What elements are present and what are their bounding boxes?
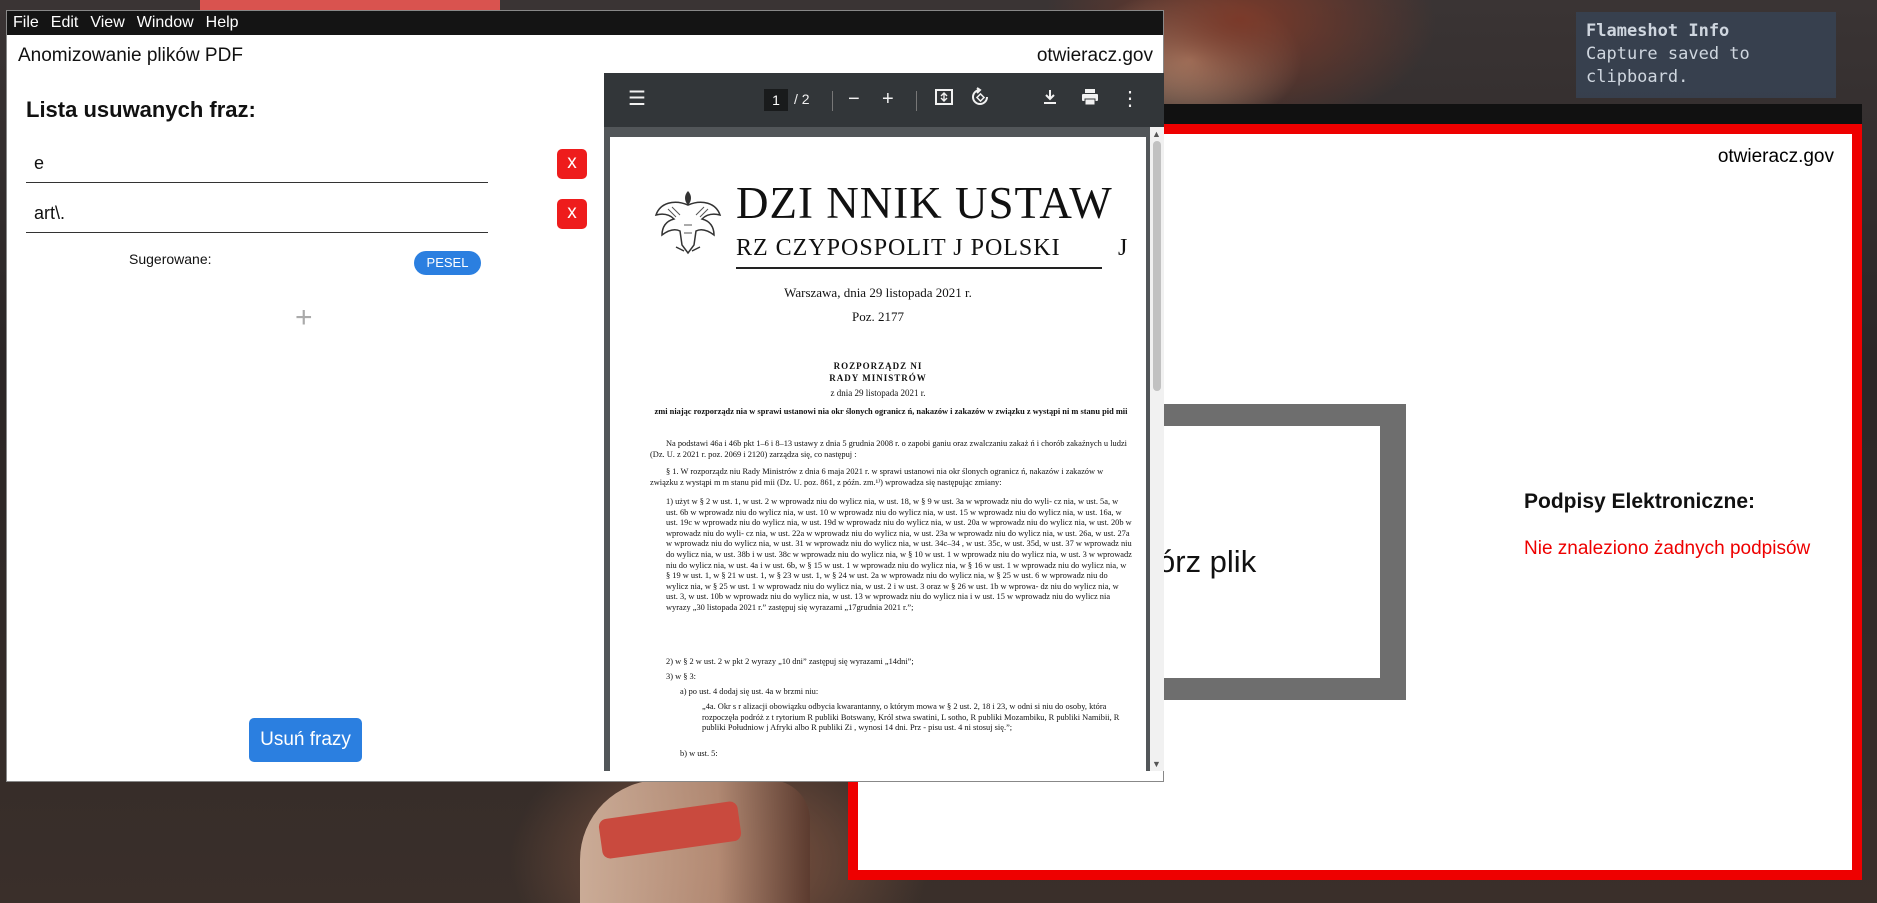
menu-icon[interactable]: ☰ [628, 87, 646, 111]
title-rule [736, 267, 1102, 269]
paragraph: § 1. W rozporządz niu Rady Ministrów z d… [650, 467, 1104, 487]
pdf-toolbar: ☰ 1 / 2 − + ⋮ [604, 73, 1164, 127]
journal-subtitle: RZ CZYPOSPOLIT J POLSKI [736, 235, 1061, 261]
phrase-input[interactable]: e [26, 147, 488, 183]
menu-bar: File Edit View Window Help [7, 11, 1163, 35]
main-app-window: File Edit View Window Help Anomizowanie … [6, 10, 1164, 782]
scrollbar-thumb[interactable] [1153, 141, 1161, 391]
quoted-text: „4a. Okr s r alizacji obowiązku odbycia … [702, 702, 1120, 733]
signatures-empty-message: Nie znaleziono żadnych podpisów [1524, 538, 1811, 559]
notification-title: Flameshot Info [1586, 21, 1730, 41]
menu-help[interactable]: Help [206, 14, 239, 32]
list-subitem: b) w ust. 5: [680, 749, 718, 758]
app-title: Anomizowanie plików PDF [18, 45, 243, 66]
regulation-title: ROZPORZĄDZ NI [833, 361, 923, 371]
page-total: / 2 [794, 91, 810, 107]
menu-edit[interactable]: Edit [51, 14, 79, 32]
journal-subtitle-end: J [1118, 235, 1128, 261]
pdf-scrollbar[interactable]: ▲ ▼ [1150, 127, 1164, 771]
toolbar-divider [832, 91, 833, 111]
delete-phrase-button[interactable]: x [557, 199, 587, 229]
brand-label: otwieracz.gov [1717, 146, 1834, 167]
more-options-icon[interactable]: ⋮ [1120, 87, 1140, 111]
zoom-out-icon[interactable]: − [848, 87, 860, 111]
phrase-list-title: Lista usuwanych fraz: [26, 97, 256, 122]
page-number-input[interactable]: 1 [764, 89, 788, 111]
flameshot-notification: Flameshot Info Capture saved to clipboar… [1576, 12, 1836, 98]
remove-phrases-button[interactable]: Usuń frazy [249, 718, 362, 762]
list-item: 2) w § 2 w ust. 2 w pkt 2 wyrazy „10 dni… [666, 657, 914, 666]
list-subitem: a) po ust. 4 dodaj się ust. 4a w brzmi n… [680, 687, 819, 696]
list-item: 1) użyt w § 2 w ust. 1, w ust. 2 w wprow… [666, 497, 1132, 612]
menu-file[interactable]: File [13, 14, 39, 32]
document-date: Warszawa, dnia 29 listopada 2021 r. [784, 285, 972, 300]
journal-title: DZI NNIK USTAW [736, 178, 1113, 228]
rotate-icon[interactable] [970, 87, 990, 113]
toolbar-divider [916, 91, 917, 111]
document-position: Poz. 2177 [852, 309, 904, 324]
list-item: 3) w § 3: [666, 672, 697, 681]
paragraph: Na podstawi 46a i 46b pkt 1–6 i 8–13 ust… [650, 439, 1127, 459]
notification-message: Capture saved to clipboard. [1586, 44, 1750, 87]
scroll-up-icon[interactable]: ▲ [1152, 129, 1161, 139]
suggestion-chip-pesel[interactable]: PESEL [414, 251, 481, 275]
regulation-issuer: RADY MINISTRÓW [829, 373, 927, 383]
scroll-down-icon[interactable]: ▼ [1152, 759, 1161, 769]
phrase-input[interactable]: art\. [26, 197, 488, 233]
menu-view[interactable]: View [90, 14, 124, 32]
delete-phrase-button[interactable]: x [557, 149, 587, 179]
pdf-viewer[interactable]: ☰ 1 / 2 − + ⋮ DZI NNIK USTAW RZ CZYPOSPO… [604, 73, 1164, 771]
drop-zone-label: órz plik [1158, 544, 1257, 579]
zoom-in-icon[interactable]: + [882, 87, 894, 111]
download-icon[interactable] [1040, 87, 1060, 113]
add-phrase-button[interactable]: + [295, 301, 313, 335]
regulation-date: z dnia 29 listopada 2021 r. [830, 388, 926, 398]
regulation-heading: zmi niając rozporządz nia w sprawi ustan… [654, 407, 1128, 416]
suggested-label: Sugerowane: [129, 251, 212, 267]
print-icon[interactable] [1080, 87, 1100, 113]
eagle-emblem-icon [654, 191, 722, 255]
signatures-title: Podpisy Elektroniczne: [1524, 490, 1756, 513]
menu-window[interactable]: Window [137, 14, 194, 32]
pdf-page: DZI NNIK USTAW RZ CZYPOSPOLIT J POLSKI J… [610, 137, 1146, 771]
fit-page-icon[interactable] [934, 87, 954, 113]
brand-label: otwieracz.gov [1036, 45, 1153, 66]
